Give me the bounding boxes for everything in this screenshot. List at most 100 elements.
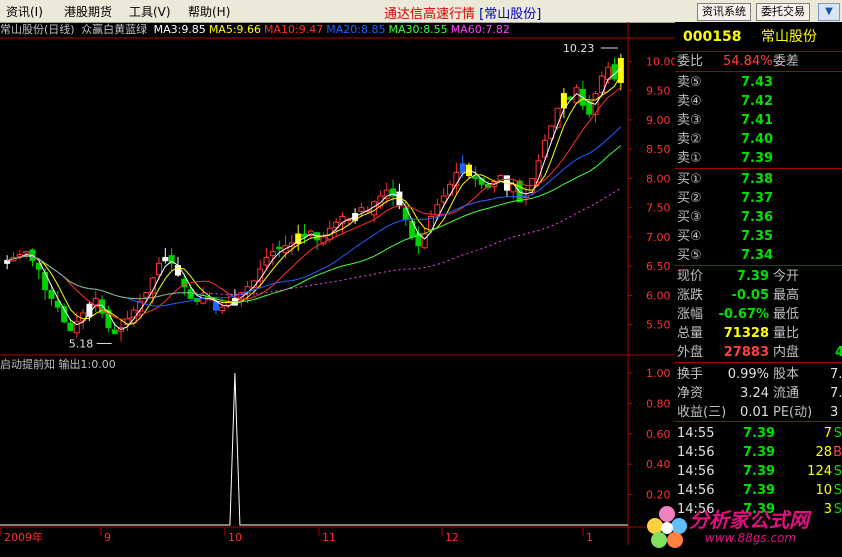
stat-value: 71328 [723, 326, 769, 341]
stat2-value-2: 7. [830, 367, 842, 382]
ask-row: 卖⑤ 7.43 [675, 73, 842, 92]
stat2-value: 3.24 [740, 386, 769, 401]
tick-flag: S [833, 426, 842, 441]
chevron-down-icon: ▼ [825, 6, 833, 17]
y-tick-label: 6.50 [646, 260, 671, 273]
stat-value: -0.05 [731, 288, 769, 303]
candle-body [358, 207, 365, 212]
candle-body [200, 294, 207, 304]
signal-line [0, 372, 628, 526]
stat-value: 27883 [723, 345, 769, 360]
ask-label: 卖⑤ [677, 75, 702, 90]
candle-body [440, 195, 447, 203]
ma-line-10 [7, 87, 622, 320]
stat-row: 外盘 27883 内盘 4 [675, 343, 842, 362]
stock-title: 000158 常山股份 [675, 28, 842, 47]
tick-time: 14:56 [677, 483, 715, 498]
candle-body [276, 246, 283, 250]
x-tick-label: 9 [104, 531, 111, 544]
stat-label-2: 今开 [773, 269, 800, 284]
sub-tick-label: 1.00 [646, 367, 671, 380]
divider [675, 168, 842, 169]
dropdown-button[interactable]: ▼ [818, 3, 840, 21]
ask-row: 卖① 7.39 [675, 149, 842, 168]
candle-body [23, 251, 30, 254]
watermark-text: 分析家公式网 [689, 508, 809, 532]
flower-logo-icon [647, 506, 687, 548]
high-price-label: 10.23 [563, 42, 595, 55]
candle-body [472, 176, 479, 179]
date-axis-bar [0, 545, 675, 557]
bid-label: 买⑤ [677, 248, 702, 263]
stat-row: 总量 71328 量比 [675, 324, 842, 343]
ask-label: 卖④ [677, 94, 702, 109]
stat2-label: 收益(三) [677, 405, 727, 420]
stat2-label: 净资 [677, 386, 704, 401]
candle-body [111, 329, 118, 335]
bid-row: 买④ 7.35 [675, 227, 842, 246]
stat2-value-2: 3 [830, 405, 839, 420]
candle-body [219, 306, 226, 312]
bid-row: 买⑤ 7.34 [675, 246, 842, 265]
candle-body [263, 256, 270, 266]
bid-row: 买② 7.37 [675, 189, 842, 208]
webi-label: 委比 [677, 54, 704, 69]
bid-row: 买③ 7.36 [675, 208, 842, 227]
tick-row: 14:56 7.39 28 B [675, 443, 842, 462]
y-tick-label: 10.00 [646, 55, 675, 68]
ask-price: 7.40 [741, 132, 774, 147]
y-tick-label: 5.50 [646, 319, 671, 332]
tick-flag: S [833, 483, 842, 498]
watermark-url: www.88gs.com [705, 531, 797, 545]
y-tick-label: 6.00 [646, 289, 671, 302]
weicha-label: 委差 [773, 54, 800, 69]
y-tick-label: 9.50 [646, 85, 671, 98]
tick-time: 14:55 [677, 426, 715, 441]
candle-body [459, 163, 466, 174]
kline-chart[interactable]: 10.00 9.50 9.00 8.50 8.00 7.50 7.00 6.50 6.00 5.5… [0, 0, 675, 545]
tick-time: 14:56 [677, 464, 715, 479]
info-system-button[interactable]: 资讯系统 [697, 3, 751, 21]
stat2-label-2: PE(动) [773, 405, 813, 420]
candle-body [4, 259, 11, 264]
stat2-label: 换手 [677, 367, 704, 382]
tick-volume: 7 [823, 426, 832, 441]
ask-row: 卖③ 7.41 [675, 111, 842, 130]
bid-price: 7.36 [741, 210, 774, 225]
low-price-label: 5.18 [69, 337, 94, 350]
stat-label-2: 最低 [773, 307, 800, 322]
indicator-header: 启动提前知 输出1:0.00 [0, 357, 400, 373]
ask-label: 卖② [677, 132, 702, 147]
bid-label: 买① [677, 172, 702, 187]
ma-line-60 [7, 187, 622, 300]
candle-body [421, 233, 428, 249]
candle-body [156, 262, 162, 276]
y-tick-label: 7.00 [646, 231, 671, 244]
stat-label: 涨幅 [677, 307, 704, 322]
trade-button[interactable]: 委托交易 [756, 3, 810, 21]
y-tick-label: 8.50 [646, 143, 671, 156]
ask-price: 7.43 [741, 75, 774, 90]
tick-row: 14:55 7.39 7 S [675, 424, 842, 443]
stat2-value-2: 7. [830, 386, 842, 401]
x-tick-label: 1 [586, 531, 593, 544]
stat-value: -0.67% [718, 307, 770, 322]
bid-price: 7.35 [741, 229, 774, 244]
candle-body [143, 292, 150, 298]
sub-tick-label: 0.60 [646, 428, 671, 441]
stat-label-2: 量比 [773, 326, 800, 341]
candle-body [42, 271, 49, 291]
ask-label: 卖① [677, 151, 702, 166]
stock-name: 常山股份 [761, 29, 817, 45]
tick-price: 7.39 [743, 445, 776, 460]
divider [675, 421, 842, 422]
stat-row: 涨跌 -0.05 最高 [675, 286, 842, 305]
stat-label: 涨跌 [677, 288, 704, 303]
bid-row: 买① 7.38 [675, 170, 842, 189]
x-tick-label: 2009年 [4, 530, 43, 544]
candle-body [383, 189, 390, 199]
ma-line-5 [7, 74, 622, 325]
stat-label: 外盘 [677, 345, 704, 360]
indicator-title: 启动提前知 [0, 358, 55, 371]
stat-label: 总量 [677, 326, 704, 341]
